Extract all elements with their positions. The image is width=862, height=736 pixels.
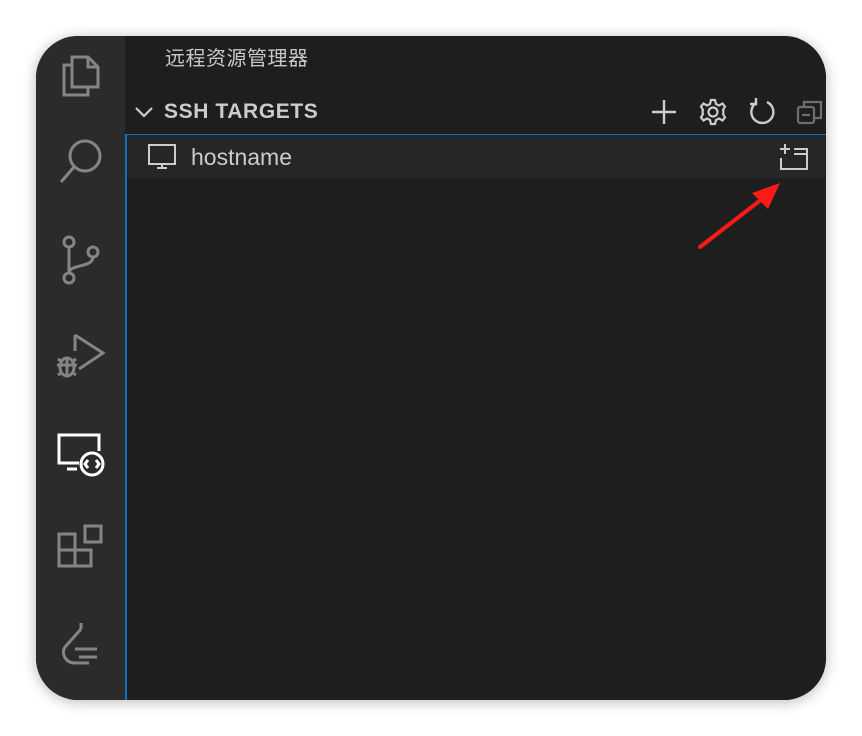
gear-icon[interactable] [697, 96, 729, 128]
remote-explorer-icon[interactable] [36, 414, 125, 494]
section-title: SSH TARGETS [164, 100, 319, 123]
tree-item-hostname[interactable]: hostname [127, 135, 826, 178]
source-control-icon[interactable] [36, 220, 125, 300]
remote-explorer-sidebar: 远程资源管理器 SSH TARGETS hostname [125, 36, 826, 700]
testing-icon[interactable] [36, 604, 125, 684]
chevron-down-icon[interactable] [133, 102, 155, 127]
search-icon[interactable] [36, 122, 125, 202]
add-icon[interactable] [648, 96, 680, 128]
open-in-new-window-icon[interactable] [777, 141, 811, 173]
ssh-targets-section-header[interactable]: SSH TARGETS [125, 92, 826, 132]
sidebar-title: 远程资源管理器 [165, 46, 309, 70]
activity-bar [36, 36, 125, 700]
monitor-icon [147, 143, 177, 176]
extensions-icon[interactable] [36, 508, 125, 588]
vscode-window: 远程资源管理器 SSH TARGETS hostname [36, 36, 826, 700]
annotation-arrow [698, 183, 780, 249]
collapse-all-icon[interactable] [793, 96, 825, 128]
target-label: hostname [191, 144, 293, 170]
explorer-files-icon[interactable] [36, 36, 125, 116]
refresh-icon[interactable] [746, 96, 778, 128]
run-debug-icon[interactable] [36, 316, 125, 396]
